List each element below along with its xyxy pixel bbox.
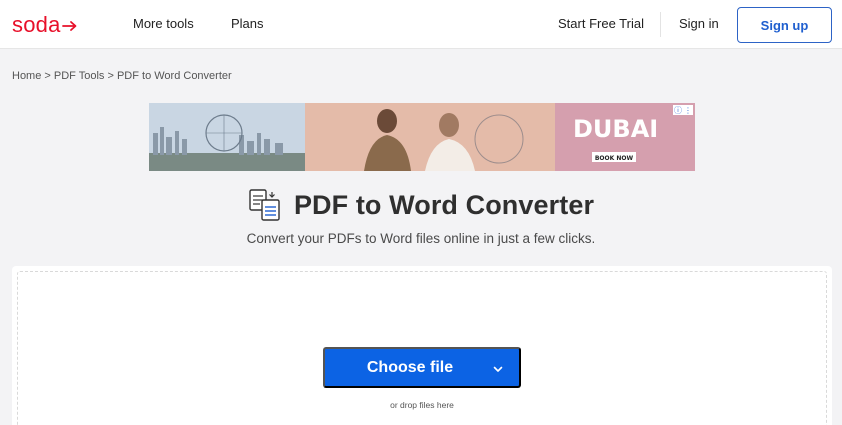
nav-sign-in[interactable]: Sign in [679,16,719,32]
advertisement-banner[interactable]: DUBAI BOOK NOW ⓘ ⋮ [149,103,695,171]
pdf-to-word-icon [249,189,280,221]
chevron-down-icon[interactable] [493,364,503,374]
nav-more-tools[interactable]: More tools [133,16,194,32]
ad-headline: DUBAI [573,115,658,143]
drop-files-hint: or drop files here [390,400,454,410]
title-row: PDF to Word Converter [0,186,842,224]
nav-start-free-trial[interactable]: Start Free Trial [558,16,644,32]
nav-divider [660,12,661,37]
logo-text: soda [12,12,61,37]
breadcrumb[interactable]: Home > PDF Tools > PDF to Word Converter [12,70,232,83]
ad-cta[interactable]: BOOK NOW [595,155,634,162]
logo-arrow-icon [61,21,76,31]
soda-logo[interactable]: soda [12,12,78,38]
page-title: PDF to Word Converter [293,189,595,220]
page-subtitle: Convert your PDFs to Word files online i… [246,231,596,246]
choose-file-button[interactable]: Choose file [323,347,521,388]
nav-plans[interactable]: Plans [231,16,264,32]
ad-choices-icon[interactable]: ⓘ ⋮ [673,105,693,115]
choose-file-label: Choose file [366,358,454,376]
top-navigation-bar: soda More tools Plans Start Free Trial S… [0,0,842,49]
ad-artwork: DUBAI BOOK NOW [149,103,695,171]
sign-up-button[interactable]: Sign up [737,7,832,43]
